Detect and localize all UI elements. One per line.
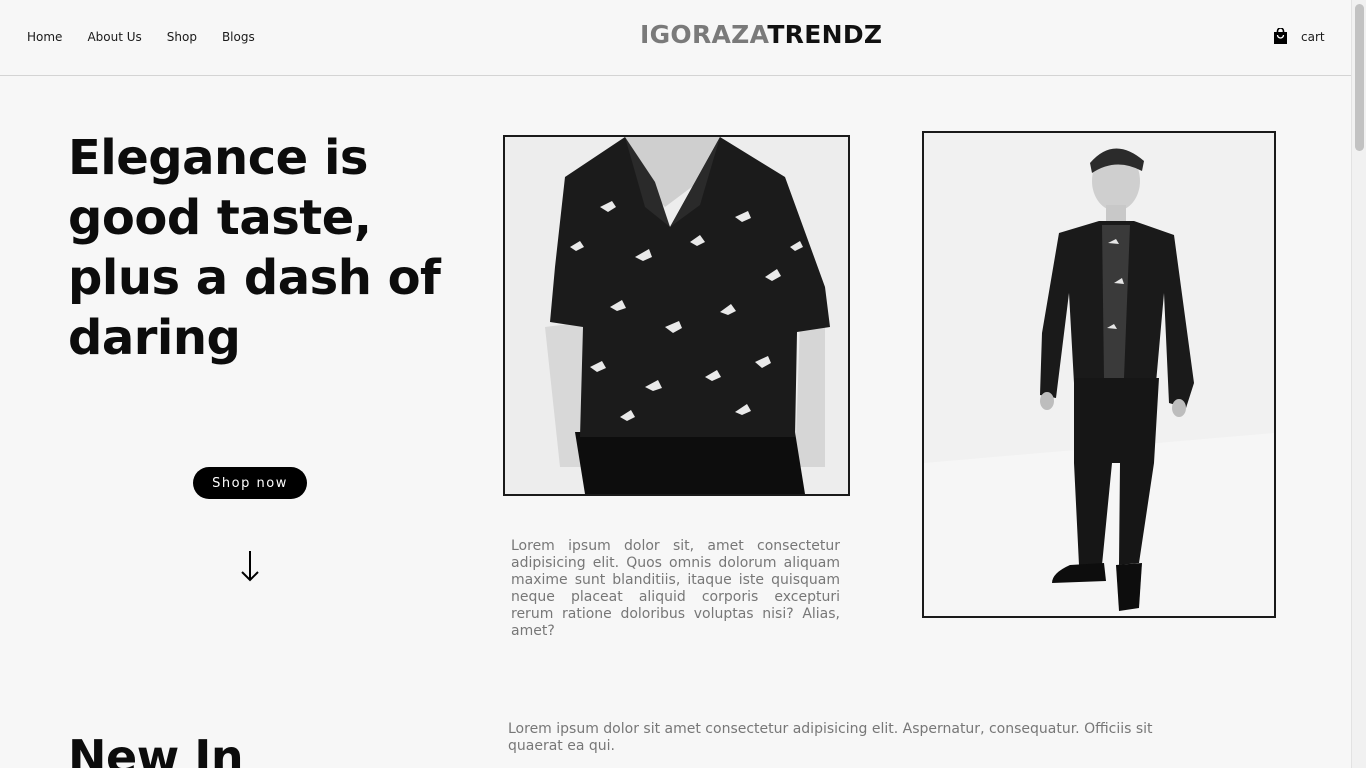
page-scrollbar[interactable] — [1351, 0, 1366, 768]
cart-link[interactable]: cart — [1272, 28, 1325, 45]
shirt-model-image — [505, 137, 848, 494]
hero-photo-model — [922, 131, 1276, 618]
site-header: Home About Us Shop Blogs IGORAZATRENDZ c… — [0, 0, 1351, 76]
jacket-model-image — [924, 133, 1274, 616]
new-in-description: Lorem ipsum dolor sit amet consectetur a… — [508, 721, 1153, 754]
hero-headline: Elegance is good taste, plus a dash of d… — [68, 130, 441, 366]
nav-about-us[interactable]: About Us — [87, 30, 141, 44]
hero-photo-shirt — [503, 135, 850, 496]
logo-part-2: TRENDZ — [767, 20, 883, 49]
nav-blogs[interactable]: Blogs — [222, 30, 255, 44]
nav-home[interactable]: Home — [27, 30, 62, 44]
shopping-bag-icon — [1274, 28, 1287, 44]
nav-shop[interactable]: Shop — [167, 30, 197, 44]
arrow-down-icon[interactable] — [239, 549, 261, 583]
new-in-title: New In — [68, 730, 244, 768]
logo-part-1: IGORAZA — [640, 20, 768, 49]
hero-description: Lorem ipsum dolor sit, amet consectetur … — [511, 538, 840, 639]
site-logo[interactable]: IGORAZATRENDZ — [640, 20, 882, 49]
main-nav: Home About Us Shop Blogs — [27, 30, 255, 44]
cart-label: cart — [1301, 29, 1325, 44]
scrollbar-thumb[interactable] — [1355, 4, 1364, 151]
shop-now-button[interactable]: Shop now — [193, 467, 307, 499]
